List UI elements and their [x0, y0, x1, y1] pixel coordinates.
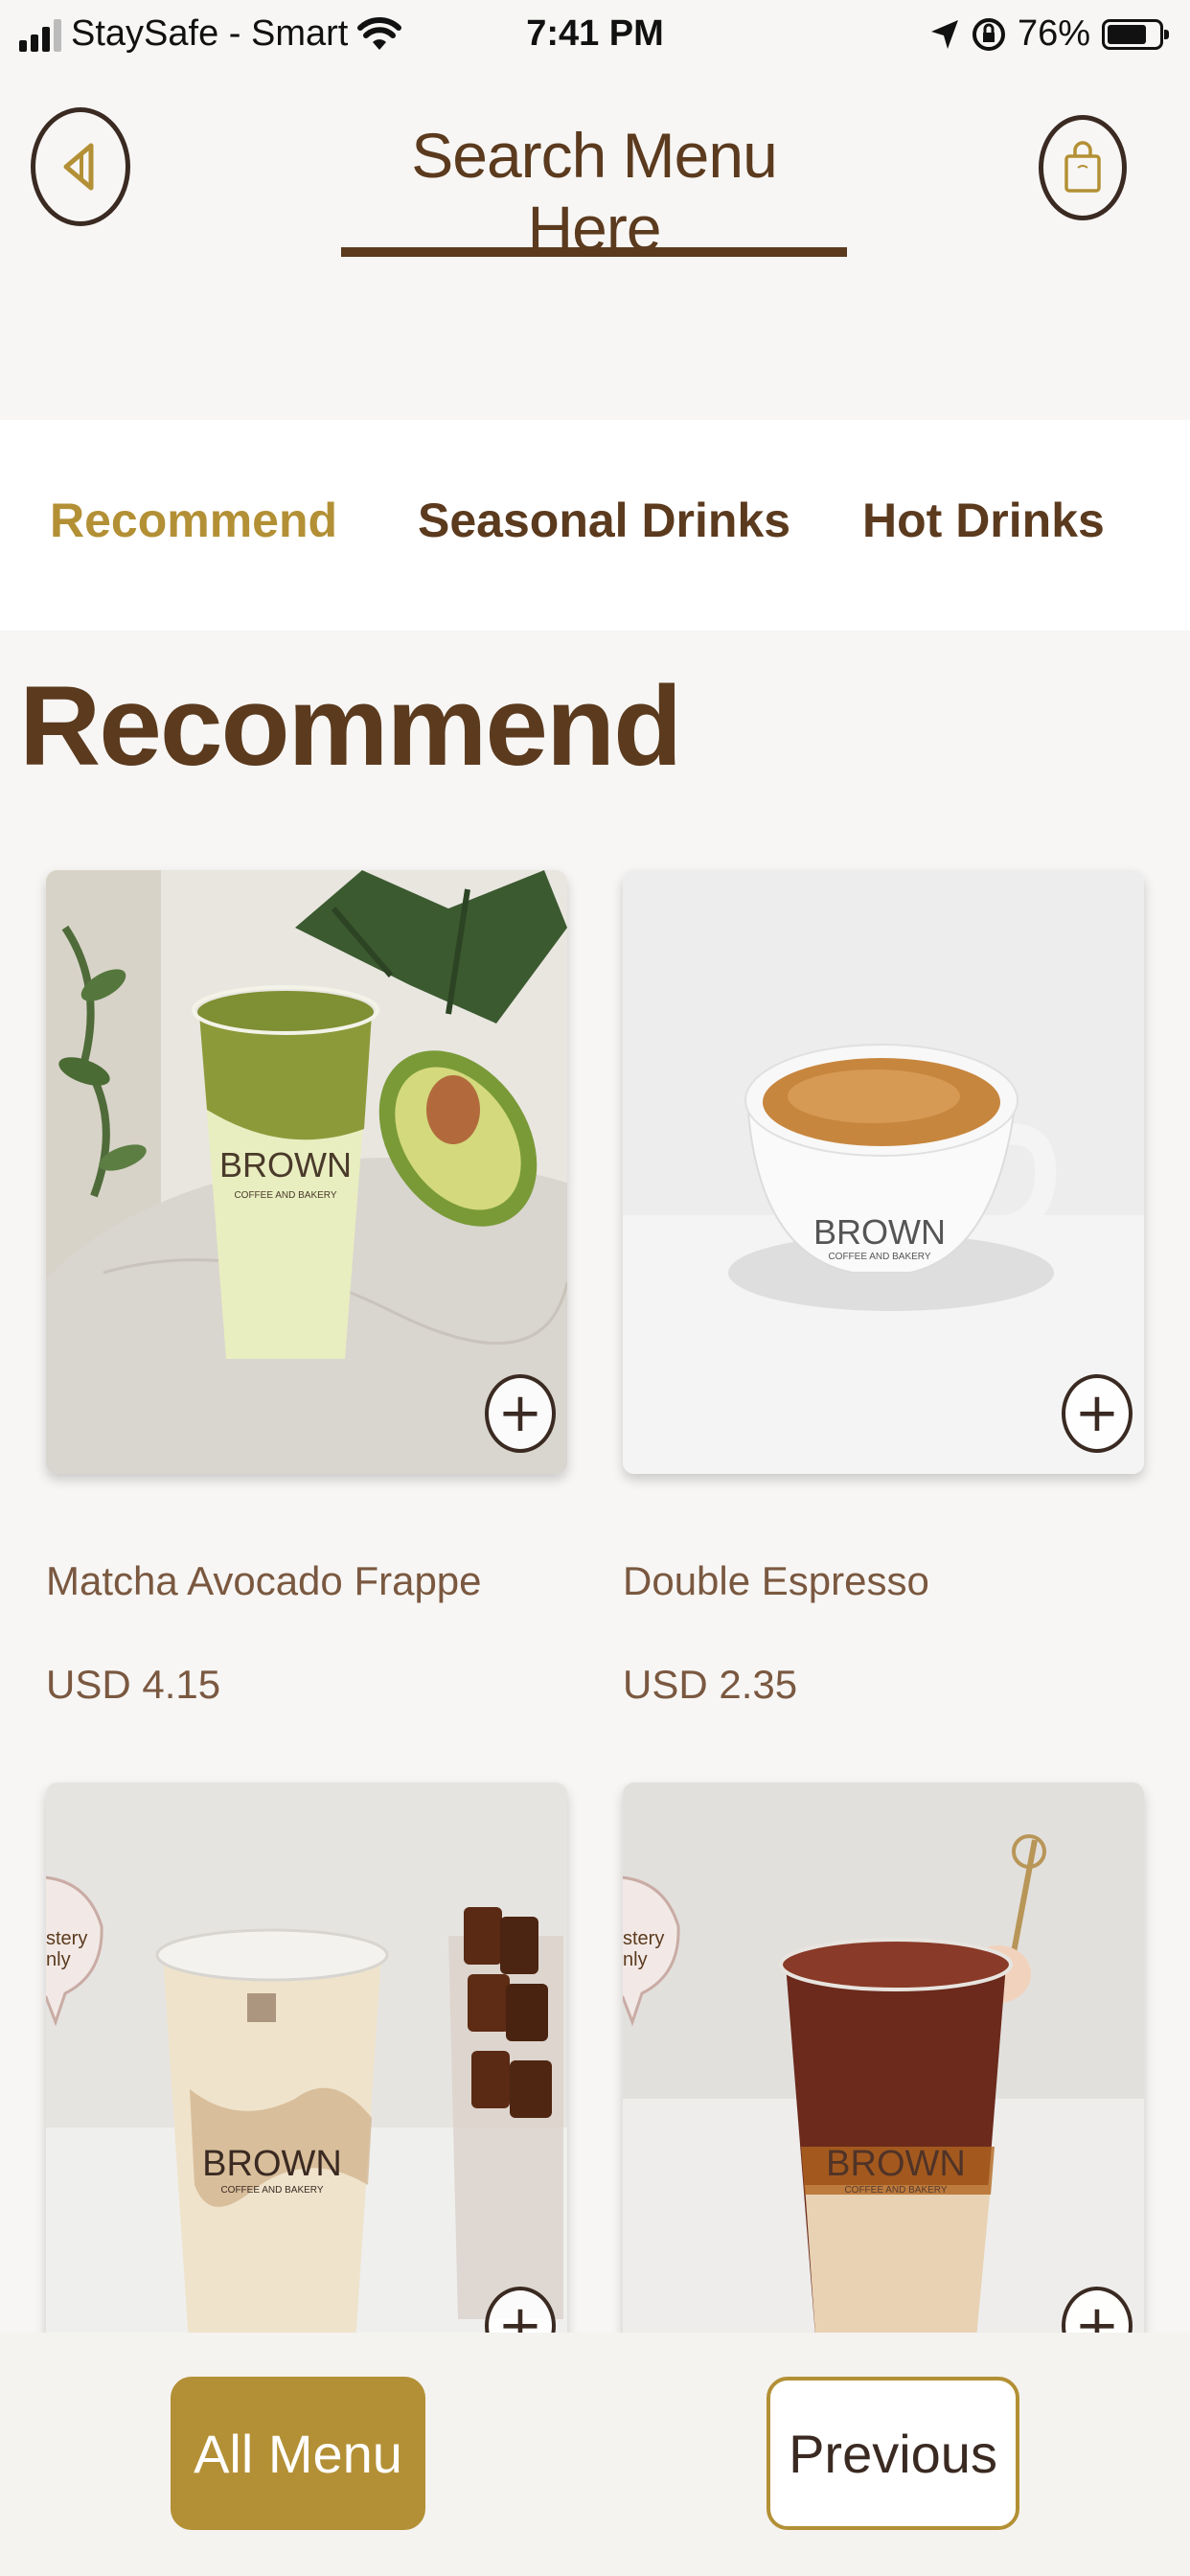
espresso-photo: BROWN COFFEE AND BAKERY	[623, 870, 1144, 1474]
iced-tea-photo: BROWN COFFEE AND BAKERY	[623, 1782, 1144, 2386]
product-price: USD 2.35	[623, 1662, 798, 1707]
add-to-cart-button[interactable]: +	[1062, 1374, 1133, 1453]
product-image-espresso[interactable]: BROWN COFFEE AND BAKERY +	[623, 870, 1144, 1474]
orientation-lock-icon	[972, 17, 1005, 51]
search-underline	[341, 247, 847, 257]
brand-logo: BROWN	[826, 2144, 966, 2184]
bottom-bar: All Menu Previous	[0, 2333, 1190, 2576]
shopping-bag-icon	[1064, 141, 1101, 193]
section-title: Recommend	[19, 663, 682, 790]
product-name[interactable]: Double Espresso	[623, 1558, 929, 1604]
tab-recommend[interactable]: Recommend	[50, 493, 337, 548]
product-image-iced-latte[interactable]: BROWN COFFEE AND BAKERY stery nly +	[46, 1782, 567, 2386]
location-arrow-icon	[930, 19, 958, 49]
add-to-cart-button[interactable]: +	[485, 1374, 556, 1453]
product-image-iced-tea[interactable]: BROWN COFFEE AND BAKERY stery nly +	[623, 1782, 1144, 2386]
brand-logo: BROWN	[202, 2144, 342, 2184]
previous-button[interactable]: Previous	[767, 2377, 1019, 2530]
mystery-badge: stery nly	[46, 1928, 88, 1970]
brand-logo-sub: COFFEE AND BAKERY	[828, 1252, 930, 1262]
product-image-matcha[interactable]: BROWN COFFEE AND BAKERY +	[46, 870, 567, 1474]
mystery-badge: stery nly	[623, 1928, 665, 1970]
matcha-photo: BROWN COFFEE AND BAKERY	[46, 870, 567, 1474]
status-bar: StaySafe - Smart 7:41 PM 76%	[0, 0, 1190, 73]
shopping-bag-button[interactable]	[1039, 115, 1127, 220]
battery-icon	[1102, 18, 1169, 50]
status-right: 76%	[929, 13, 1169, 55]
brand-logo-sub: COFFEE AND BAKERY	[220, 2185, 323, 2196]
category-tabs: Recommend Seasonal Drinks Hot Drinks	[0, 420, 1190, 631]
all-menu-button[interactable]: All Menu	[171, 2377, 425, 2530]
search-menu-button[interactable]: Search Menu Here	[341, 119, 847, 264]
battery-percent: 76%	[1017, 13, 1090, 54]
brand-logo: BROWN	[219, 1145, 352, 1184]
brand-logo-sub: COFFEE AND BAKERY	[844, 2185, 947, 2196]
brand-logo: BROWN	[813, 1212, 946, 1252]
tab-hot-drinks[interactable]: Hot Drinks	[862, 493, 1105, 548]
back-triangle-icon	[63, 143, 94, 191]
product-price: USD 4.15	[46, 1662, 221, 1707]
tab-seasonal-drinks[interactable]: Seasonal Drinks	[418, 493, 790, 548]
product-name[interactable]: Matcha Avocado Frappe	[46, 1558, 482, 1604]
iced-latte-photo: BROWN COFFEE AND BAKERY	[46, 1782, 567, 2386]
back-button[interactable]	[31, 107, 130, 226]
header: Search Menu Here	[0, 73, 1190, 418]
brand-logo-sub: COFFEE AND BAKERY	[234, 1190, 336, 1201]
